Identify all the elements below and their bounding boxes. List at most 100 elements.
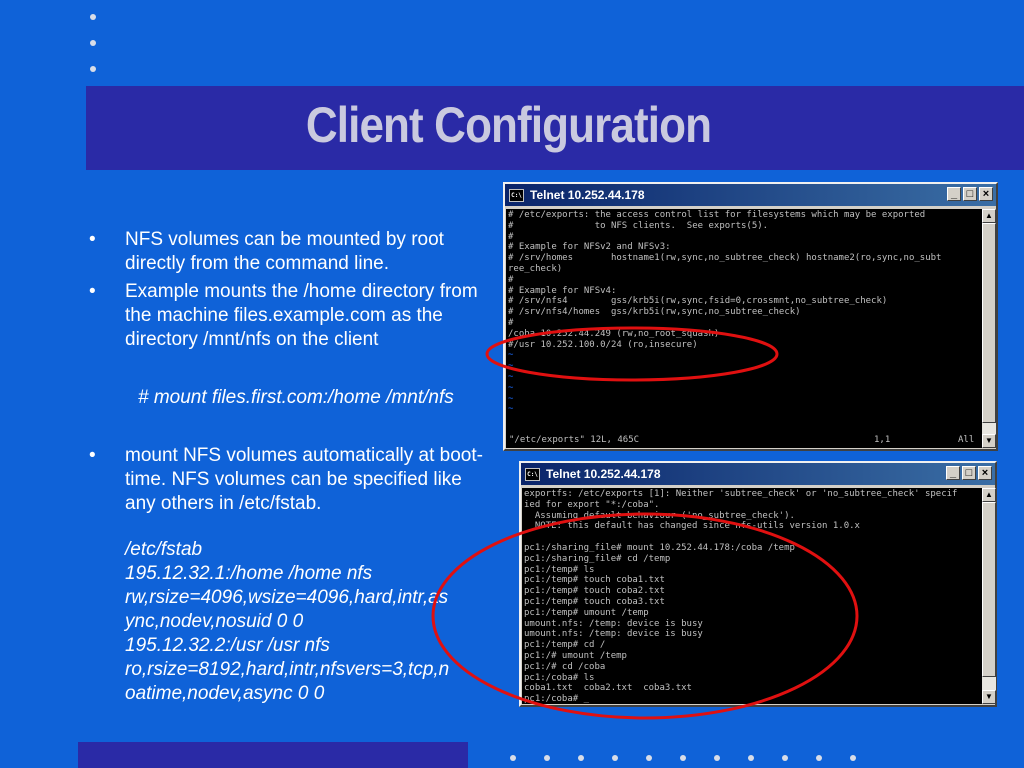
window-title-bar[interactable]: C:\ Telnet 10.252.44.178 _ □ × (505, 184, 996, 206)
scrollbar-thumb[interactable] (982, 502, 996, 677)
minimize-button[interactable]: _ (947, 187, 961, 201)
bullet-item: • NFS volumes can be mounted by root dir… (86, 228, 496, 276)
terminal-line: Assuming default behaviour ('no_subtree_… (524, 510, 795, 521)
minimize-button[interactable]: _ (946, 466, 960, 480)
slide-title: Client Configuration (305, 97, 712, 153)
bullet-text: mount NFS volumes automatically at boot-… (125, 445, 483, 514)
terminal-line: pc1:/coba# _ (524, 694, 590, 704)
terminal-line: ~ (508, 371, 514, 382)
terminal-line: # (508, 274, 514, 285)
terminal-line: pc1:/coba# ls (524, 672, 595, 683)
bullet-item: • Example mounts the /home directory fro… (86, 280, 496, 352)
decorative-dot (816, 755, 822, 761)
vim-status-line: "/etc/exports" 12L, 465C 1,1 All (506, 434, 982, 448)
scroll-up-arrow-icon[interactable]: ▲ (982, 488, 996, 502)
decorative-dot (714, 755, 720, 761)
terminal-line: # (508, 317, 514, 328)
bullet-marker: • (89, 445, 96, 466)
window-title: Telnet 10.252.44.178 (530, 188, 645, 202)
terminal-output[interactable]: exportfs: /etc/exports [1]: Neither 'sub… (522, 488, 982, 704)
fstab-example: /etc/fstab 195.12.32.1:/home /home nfs r… (86, 538, 496, 706)
terminal-blank-area (506, 419, 982, 434)
terminal-line: # /srv/nfs4/homes gss/krb5i(rw,sync,no_s… (508, 307, 801, 318)
terminal-line: pc1:/sharing_file# cd /temp (524, 553, 671, 564)
bullet-text: NFS volumes can be mounted by root direc… (125, 229, 444, 274)
mount-command: # mount files.first.com:/home /mnt/nfs (138, 387, 454, 408)
terminal-line: umount.nfs: /temp: device is busy (524, 618, 703, 629)
terminal-line: coba1.txt coba2.txt coba3.txt (524, 683, 692, 694)
terminal-line: pc1:/# umount /temp (524, 650, 627, 661)
terminal-line: pc1:/sharing_file# mount 10.252.44.178:/… (524, 542, 795, 553)
fstab-line: rw,rsize=4096,wsize=4096,hard,intr,as (125, 587, 449, 608)
terminal-line: NOTE: this default has changed since nfs… (524, 521, 860, 532)
decorative-dot (578, 755, 584, 761)
vertical-scrollbar[interactable]: ▲ ▼ (982, 209, 996, 448)
fstab-line: 195.12.32.1:/home /home nfs (125, 563, 373, 584)
fstab-line: 195.12.32.2:/usr /usr nfs (125, 635, 330, 656)
terminal-line: # /srv/nfs4 gss/krb5i(rw,sync,fsid=0,cro… (508, 296, 888, 307)
console-icon: C:\ (509, 188, 524, 202)
telnet-window-exports[interactable]: C:\ Telnet 10.252.44.178 _ □ × # /etc/ex… (503, 182, 998, 451)
bullet-marker: • (89, 229, 96, 250)
terminal-line: ~ (508, 361, 514, 372)
fstab-line: ync,nodev,nosuid 0 0 (125, 611, 304, 632)
terminal-line: #/usr 10.252.100.0/24 (ro,insecure) (508, 339, 698, 350)
scrollbar-thumb[interactable] (982, 223, 996, 423)
decorative-dot (782, 755, 788, 761)
terminal-line: # (508, 231, 514, 242)
terminal-line: # /etc/exports: the access control list … (508, 210, 926, 220)
terminal-line: ~ (508, 393, 514, 404)
close-button[interactable]: × (978, 466, 992, 480)
terminal-line: ~ (508, 404, 514, 415)
terminal-line: pc1:/# cd /coba (524, 661, 606, 672)
scroll-down-arrow-icon[interactable]: ▼ (982, 690, 996, 704)
terminal-line: ~ (508, 382, 514, 393)
status-cursor-pos: 1,1 (874, 435, 891, 445)
terminal-line: ied for export "*:/coba". (524, 499, 660, 510)
decorative-dot (850, 755, 856, 761)
decorative-dot (510, 755, 516, 761)
terminal-line: ~ (508, 350, 514, 361)
terminal-output[interactable]: # /etc/exports: the access control list … (506, 209, 982, 419)
terminal-line: pc1:/temp# ls (524, 564, 595, 575)
decorative-dot (544, 755, 550, 761)
bullet-item: • mount NFS volumes automatically at boo… (86, 444, 496, 516)
maximize-button[interactable]: □ (963, 187, 977, 201)
bullet-text: Example mounts the /home directory from … (125, 281, 478, 350)
scroll-down-arrow-icon[interactable]: ▼ (982, 434, 996, 448)
decorative-dot (680, 755, 686, 761)
terminal-line: pc1:/temp# touch coba1.txt (524, 575, 665, 586)
terminal-line: ree_check) (508, 263, 563, 274)
decorative-dot (646, 755, 652, 761)
fstab-line: /etc/fstab (125, 539, 203, 560)
bullet-marker: • (89, 281, 96, 302)
terminal-line: # Example for NFSv2 and NFSv3: (508, 242, 671, 253)
window-title-bar[interactable]: C:\ Telnet 10.252.44.178 _ □ × (521, 463, 995, 485)
bottom-band (78, 742, 468, 768)
decorative-dot (612, 755, 618, 761)
console-icon: C:\ (525, 467, 540, 481)
telnet-window-client[interactable]: C:\ Telnet 10.252.44.178 _ □ × exportfs:… (519, 461, 997, 707)
bullet-list: • NFS volumes can be mounted by root dir… (86, 228, 496, 706)
terminal-line: /coba 10.252.44.249 (rw,no_root_squash) (508, 328, 720, 339)
terminal-line: exportfs: /etc/exports [1]: Neither 'sub… (524, 489, 958, 499)
window-title: Telnet 10.252.44.178 (546, 467, 661, 481)
terminal-line: pc1:/temp# touch coba2.txt (524, 586, 665, 597)
status-file-info: "/etc/exports" 12L, 465C (509, 435, 640, 445)
terminal-line: # to NFS clients. See exports(5). (508, 220, 769, 231)
scroll-up-arrow-icon[interactable]: ▲ (982, 209, 996, 223)
status-scroll-pos: All (958, 435, 975, 445)
terminal-line: # /srv/homes hostname1(rw,sync,no_subtre… (508, 253, 942, 264)
terminal-line: pc1:/temp# cd / (524, 640, 606, 651)
maximize-button[interactable]: □ (962, 466, 976, 480)
close-button[interactable]: × (979, 187, 993, 201)
terminal-line: # Example for NFSv4: (508, 285, 617, 296)
vertical-scrollbar[interactable]: ▲ ▼ (982, 488, 996, 704)
fstab-line: ro,rsize=8192,hard,intr,nfsvers=3,tcp,n (125, 659, 450, 680)
terminal-line: pc1:/temp# umount /temp (524, 607, 649, 618)
terminal-line: umount.nfs: /temp: device is busy (524, 629, 703, 640)
decorative-dot (748, 755, 754, 761)
fstab-line: oatime,nodev,async 0 0 (125, 683, 325, 704)
terminal-line: pc1:/temp# touch coba3.txt (524, 596, 665, 607)
